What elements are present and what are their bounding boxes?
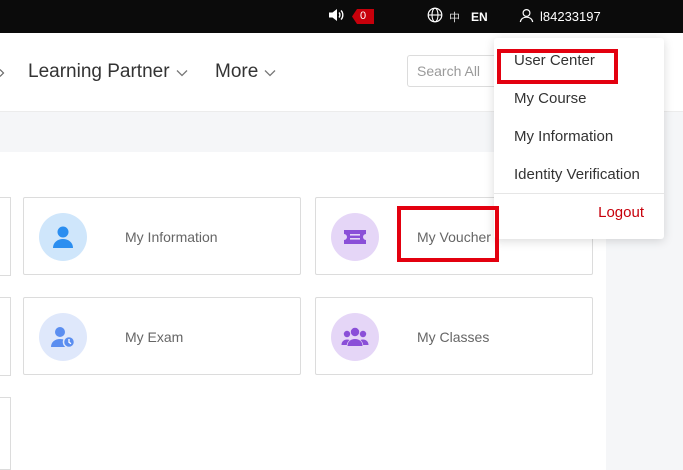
card-my-classes[interactable]: My Classes: [315, 297, 593, 375]
partial-card[interactable]: [0, 297, 11, 376]
nav-learning-partner-label[interactable]: Learning Partner: [28, 61, 170, 83]
notification-area[interactable]: 0: [328, 0, 375, 33]
language-switcher[interactable]: 中: [427, 0, 460, 33]
ticket-icon: [331, 213, 379, 261]
top-bar: 0 中 EN l84233197: [0, 0, 683, 33]
exam-icon: [39, 313, 87, 361]
user-menu-trigger[interactable]: l84233197: [519, 0, 601, 33]
globe-icon[interactable]: [427, 7, 443, 26]
group-icon: [331, 313, 379, 361]
user-dropdown-menu: User Center My Course My Information Ide…: [494, 38, 664, 239]
menu-item-my-information[interactable]: My Information: [514, 126, 613, 146]
nav-more-label[interactable]: More: [215, 61, 258, 83]
speaker-icon[interactable]: [328, 8, 346, 25]
menu-item-identity-verification[interactable]: Identity Verification: [514, 164, 640, 184]
person-icon: [39, 213, 87, 261]
chevron-down-icon[interactable]: [264, 69, 276, 77]
notification-badge[interactable]: 0: [352, 9, 375, 24]
partial-card[interactable]: [0, 397, 11, 470]
user-icon[interactable]: [519, 8, 534, 26]
username[interactable]: l84233197: [540, 9, 601, 24]
menu-divider: [494, 193, 664, 194]
card-label: My Classes: [417, 329, 490, 345]
nav-more[interactable]: More: [215, 33, 276, 111]
lang-english[interactable]: EN: [471, 10, 488, 24]
partial-card[interactable]: [0, 197, 11, 276]
card-my-exam[interactable]: My Exam: [23, 297, 301, 375]
card-label: My Voucher: [417, 229, 491, 245]
menu-item-my-course[interactable]: My Course: [514, 88, 587, 108]
lang-chinese[interactable]: 中: [449, 9, 460, 25]
chevron-down-icon[interactable]: [176, 69, 188, 77]
card-label: My Information: [125, 229, 218, 245]
logout-button[interactable]: Logout: [598, 204, 644, 221]
chevron-right-icon: [0, 69, 5, 77]
search-input[interactable]: [407, 55, 507, 87]
nav-learning-partner[interactable]: Learning Partner: [28, 33, 188, 111]
card-my-information[interactable]: My Information: [23, 197, 301, 275]
menu-item-user-center[interactable]: User Center: [514, 50, 595, 70]
card-label: My Exam: [125, 329, 184, 345]
